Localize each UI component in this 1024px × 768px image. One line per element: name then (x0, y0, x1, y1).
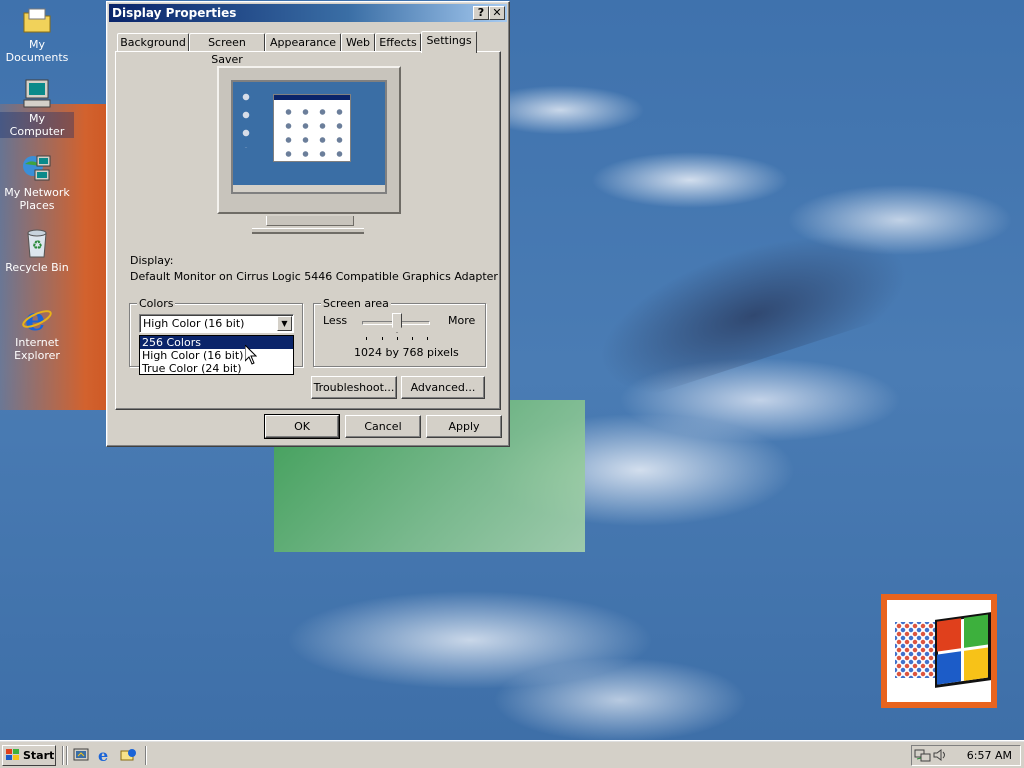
internet-explorer-quicklaunch-icon[interactable]: e (96, 746, 114, 765)
chevron-down-icon[interactable]: ▼ (277, 316, 292, 331)
advanced-button[interactable]: Advanced... (401, 376, 485, 399)
svg-text:e: e (98, 747, 108, 763)
cancel-button[interactable]: Cancel (345, 415, 421, 438)
outlook-express-icon[interactable] (119, 747, 137, 763)
volume-icon[interactable] (932, 747, 950, 763)
apply-button[interactable]: Apply (426, 415, 502, 438)
recycle-bin-icon: ♻ (21, 227, 53, 259)
resolution-text: 1024 by 768 pixels (354, 346, 459, 359)
colors-select[interactable]: High Color (16 bit) ▼ (139, 314, 294, 333)
title-bar[interactable]: Display Properties ? ✕ (109, 4, 507, 22)
windows-flag-icon (6, 749, 20, 762)
colors-select-value: High Color (16 bit) (143, 317, 245, 330)
colors-option-256[interactable]: 256 Colors (140, 336, 293, 349)
network-icon (21, 152, 53, 184)
colors-group-title: Colors (137, 297, 176, 310)
slider-less-label: Less (323, 314, 348, 327)
colors-dropdown-list[interactable]: 256 Colors High Color (16 bit) True Colo… (139, 335, 294, 375)
tab-screen-saver[interactable]: Screen Saver (189, 33, 265, 66)
desktop-icon-my-computer[interactable]: My Computer (0, 78, 74, 138)
tab-effects[interactable]: Effects (375, 33, 421, 52)
start-label: Start (23, 749, 55, 762)
start-button[interactable]: Start (2, 745, 56, 766)
slider-more-label: More (448, 314, 476, 327)
network-connection-icon[interactable] (914, 747, 932, 763)
show-desktop-icon[interactable] (72, 747, 90, 763)
tab-web[interactable]: Web (341, 33, 375, 52)
troubleshoot-button[interactable]: Troubleshoot... (311, 376, 397, 399)
colors-option-true-color[interactable]: True Color (24 bit) (140, 362, 293, 375)
colors-option-high-color[interactable]: High Color (16 bit) (140, 349, 293, 362)
folder-icon (21, 4, 53, 36)
svg-text:♻: ♻ (32, 238, 43, 252)
tab-settings[interactable]: Settings (421, 31, 477, 53)
display-properties-window[interactable]: Display Properties ? ✕ Background Screen… (106, 1, 510, 447)
taskbar-clock[interactable]: 6:57 AM (967, 749, 1012, 762)
tab-appearance[interactable]: Appearance (265, 33, 341, 52)
system-tray: 6:57 AM (911, 745, 1021, 766)
desktop-icon-internet-explorer[interactable]: e Internet Explorer (0, 300, 74, 362)
computer-icon (21, 78, 53, 110)
windows-logo-image (881, 594, 997, 708)
desktop-icon-my-documents[interactable]: My Documents (0, 4, 74, 64)
tab-background[interactable]: Background (117, 33, 189, 52)
monitor-preview (217, 66, 401, 214)
desktop-icon-recycle-bin[interactable]: ♻ Recycle Bin (0, 227, 74, 274)
screen-area-group-title: Screen area (321, 297, 391, 310)
help-button[interactable]: ? (473, 6, 489, 20)
display-adapter-text: Default Monitor on Cirrus Logic 5446 Com… (130, 270, 498, 283)
window-title: Display Properties (112, 6, 237, 20)
desktop-icon-my-network-places[interactable]: My Network Places (0, 152, 74, 212)
display-label: Display: (130, 254, 174, 267)
ok-button[interactable]: OK (264, 414, 340, 439)
wallpaper-diver-shadow (580, 203, 920, 407)
close-button[interactable]: ✕ (489, 6, 505, 20)
mouse-cursor-icon (244, 343, 258, 365)
preview-screen (231, 80, 387, 194)
taskbar: Start e 6:57 AM (0, 740, 1024, 768)
internet-explorer-icon: e (21, 300, 53, 338)
